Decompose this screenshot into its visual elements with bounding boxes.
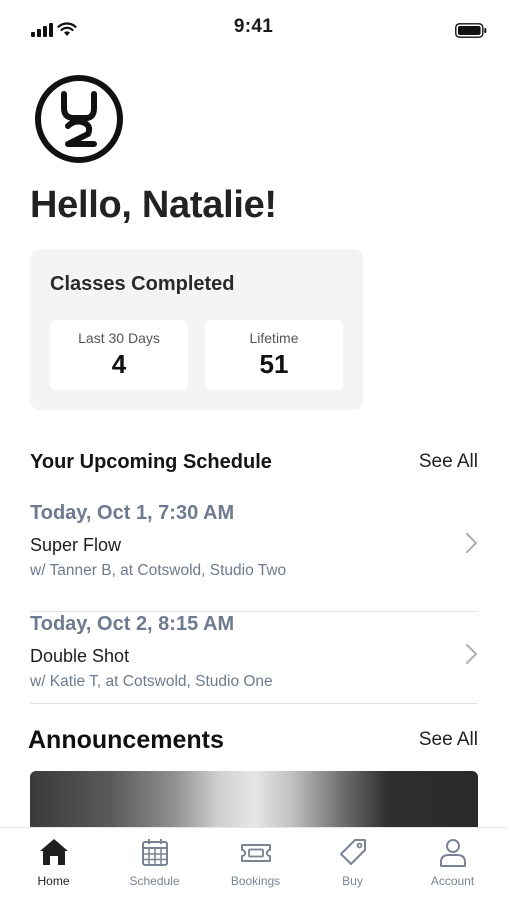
tab-label: Buy [342, 874, 363, 888]
greeting-heading: Hello, Natalie! [30, 184, 277, 226]
stat-value: 51 [259, 349, 289, 379]
home-screen: 9:41 Hello, Natalie! Classes Completed L… [0, 0, 507, 900]
stats-card-title: Classes Completed [50, 273, 235, 295]
tab-account[interactable]: Account [402, 828, 503, 900]
bottom-tab-bar: Home Schedule Bookings Buy Account [0, 827, 507, 900]
schedule-item-time: Today, Oct 2, 8:15 AM [30, 613, 235, 635]
tab-home[interactable]: Home [3, 828, 104, 900]
classes-completed-card: Classes Completed Last 30 Days 4 Lifetim… [30, 249, 363, 410]
tab-label: Home [37, 874, 70, 888]
stat-label: Lifetime [249, 330, 299, 346]
stat-last-30-days: Last 30 Days 4 [50, 320, 188, 390]
schedule-item-details: w/ Katie T, at Cotswold, Studio One [30, 673, 273, 690]
announcements-title: Announcements [28, 726, 224, 754]
tab-label: Account [430, 874, 475, 888]
y2-logo [35, 75, 123, 163]
tab-label: Bookings [230, 874, 281, 888]
schedule-item-time: Today, Oct 1, 7:30 AM [30, 502, 235, 524]
schedule-item-class: Super Flow [30, 535, 122, 555]
stat-value: 4 [111, 349, 127, 379]
user-icon [440, 839, 466, 867]
schedule-item-class: Double Shot [30, 646, 130, 666]
schedule-item[interactable]: Today, Oct 2, 8:15 AM Double Shot w/ Kat… [30, 613, 478, 704]
status-time: 9:41 [233, 16, 274, 37]
battery-icon [455, 23, 487, 38]
announcement-banner-image[interactable] [30, 771, 478, 829]
tag-icon [340, 839, 366, 865]
schedule-item[interactable]: Today, Oct 1, 7:30 AM Super Flow w/ Tann… [30, 502, 478, 612]
stat-lifetime: Lifetime 51 [205, 320, 343, 390]
upcoming-schedule-title: Your Upcoming Schedule [30, 451, 272, 473]
tab-buy[interactable]: Buy [302, 828, 403, 900]
ticket-icon [241, 844, 271, 862]
schedule-see-all-link[interactable]: See All [419, 451, 478, 473]
chevron-right-icon [465, 643, 478, 665]
calendar-icon [142, 839, 168, 866]
home-icon [40, 839, 68, 865]
tab-bookings[interactable]: Bookings [205, 828, 306, 900]
tab-schedule[interactable]: Schedule [104, 828, 205, 900]
status-bar: 9:41 [0, 0, 507, 54]
chevron-right-icon [465, 532, 478, 554]
stat-label: Last 30 Days [78, 330, 160, 346]
tab-label: Schedule [129, 874, 180, 888]
announcements-see-all-link[interactable]: See All [419, 729, 478, 751]
schedule-item-details: w/ Tanner B, at Cotswold, Studio Two [30, 562, 287, 579]
